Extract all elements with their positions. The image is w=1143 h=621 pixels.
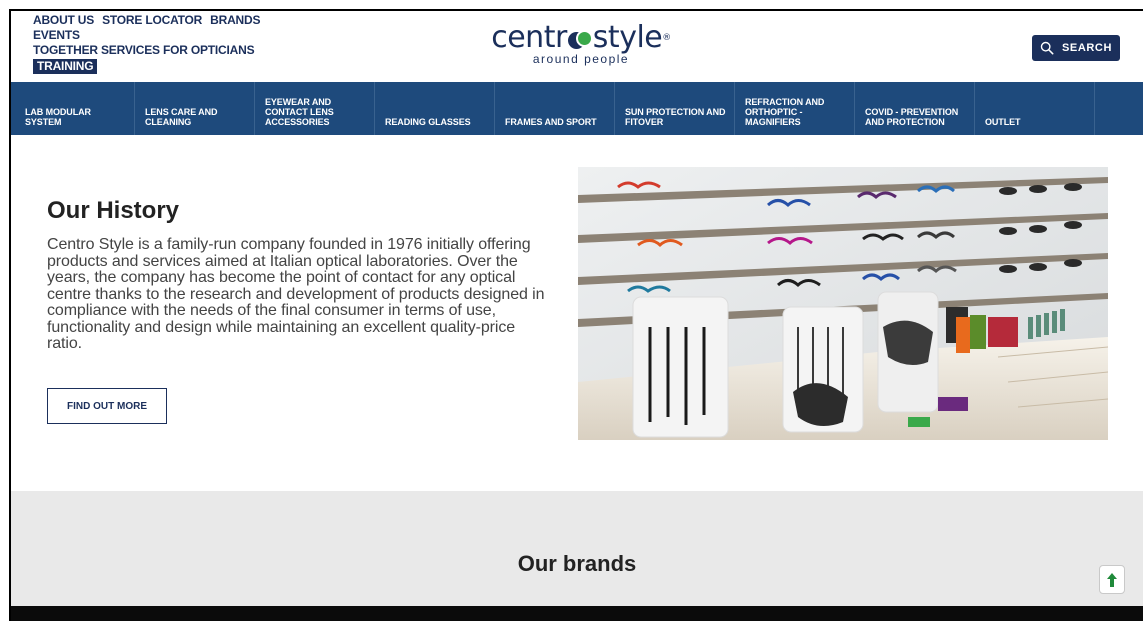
find-out-more-button[interactable]: FIND OUT MORE — [47, 388, 167, 424]
together-services-link[interactable]: TOGETHER SERVICES FOR OPTICIANS — [33, 43, 255, 58]
nav-eyewear-accessories[interactable]: EYEWEAR AND CONTACT LENS ACCESSORIES — [255, 82, 375, 135]
nav-refraction-orthoptic[interactable]: REFRACTION AND ORTHOPTIC - MAGNIFIERS — [735, 82, 855, 135]
logo-mark-icon — [566, 30, 594, 50]
nav-outlet[interactable]: OUTLET — [975, 82, 1095, 135]
training-link[interactable]: TRAINING — [33, 59, 98, 74]
nav-lab-modular-system[interactable]: LAB MODULAR SYSTEM — [11, 82, 135, 135]
top-links: ABOUT US STORE LOCATOR BRANDS EVENTS TOG… — [33, 13, 260, 74]
main-navigation: LAB MODULAR SYSTEM LENS CARE AND CLEANIN… — [11, 82, 1143, 135]
eyewear-shelves-illustration — [578, 167, 1108, 440]
search-label: SEARCH — [1061, 42, 1113, 54]
events-link[interactable]: EVENTS — [33, 28, 80, 43]
brands-section: Our brands — [11, 491, 1143, 606]
history-title: Our History — [47, 197, 180, 224]
brands-title: Our brands — [517, 551, 637, 576]
store-locator-link[interactable]: STORE LOCATOR — [102, 13, 202, 28]
search-icon — [1040, 41, 1054, 55]
logo-text-left: centr — [491, 20, 567, 55]
scroll-to-top-button[interactable] — [1099, 565, 1125, 594]
search-button[interactable]: SEARCH — [1032, 35, 1120, 61]
brands-carousel-band — [11, 606, 1143, 621]
arrow-up-icon — [1107, 572, 1117, 587]
nav-lens-care[interactable]: LENS CARE AND CLEANING — [135, 82, 255, 135]
logo-wordmark: centr style® — [481, 21, 681, 55]
store-display-image — [578, 167, 1108, 440]
nav-frames-and-sport[interactable]: FRAMES AND SPORT — [495, 82, 615, 135]
nav-covid-prevention[interactable]: COVID - PREVENTION AND PROTECTION — [855, 82, 975, 135]
history-text: Centro Style is a family-run company fou… — [47, 236, 545, 352]
nav-sun-protection[interactable]: SUN PROTECTION AND FITOVER — [615, 82, 735, 135]
logo-registered: ® — [662, 33, 671, 43]
centro-style-logo[interactable]: centr style® around people — [481, 21, 681, 71]
brands-link[interactable]: BRANDS — [210, 13, 260, 28]
nav-reading-glasses[interactable]: READING GLASSES — [375, 82, 495, 135]
logo-text-right: style — [592, 20, 663, 55]
about-us-link[interactable]: ABOUT US — [33, 13, 94, 28]
site-header: ABOUT US STORE LOCATOR BRANDS EVENTS TOG… — [11, 11, 1143, 82]
